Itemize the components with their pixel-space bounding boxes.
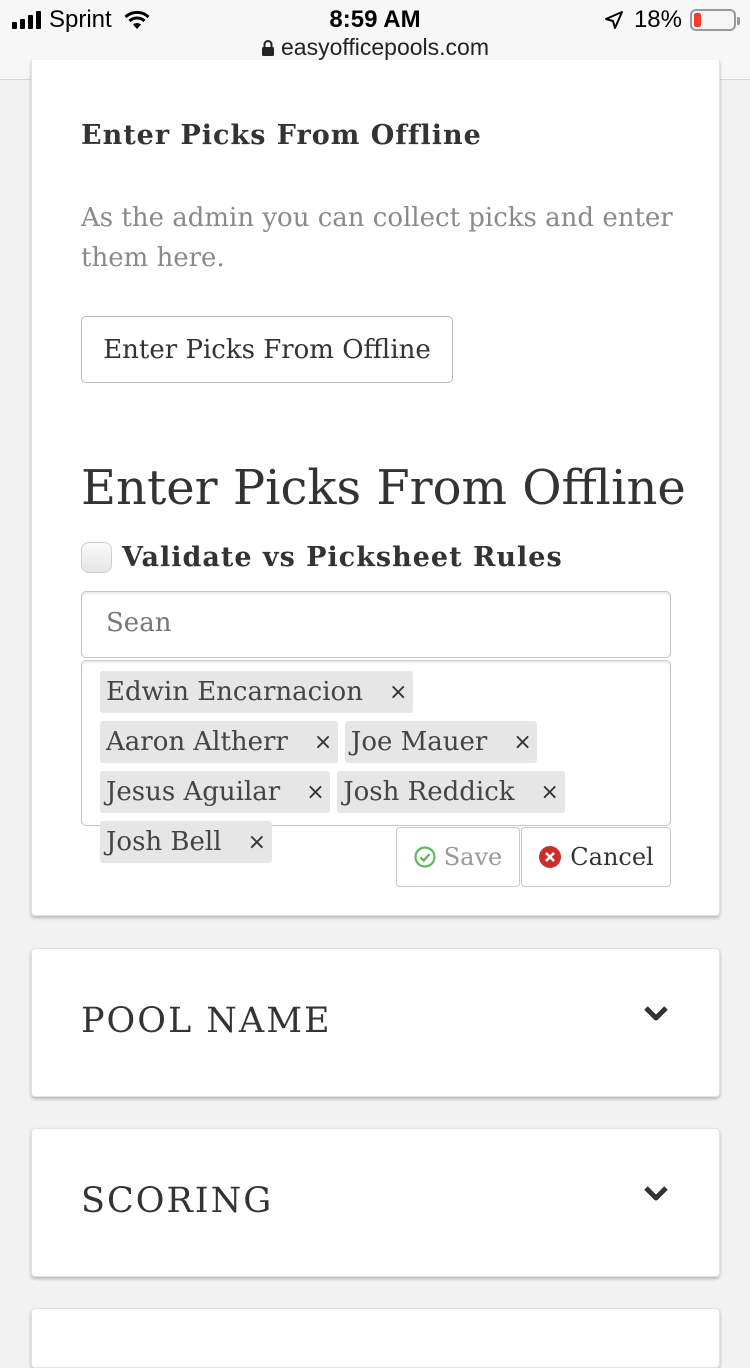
pick-tag-label: Josh Bell <box>106 827 222 857</box>
offline-picks-card: Enter Picks From Offline As the admin yo… <box>31 60 720 916</box>
pick-tag: Joe Mauer × <box>344 721 538 763</box>
pool-name-section[interactable]: POOL NAME <box>31 948 720 1097</box>
close-circle-icon <box>539 846 562 868</box>
battery-percent: 18% <box>633 6 682 33</box>
location-arrow-icon <box>604 11 623 29</box>
save-button[interactable]: Save <box>396 827 520 887</box>
validate-rules-row[interactable]: Validate vs Picksheet Rules <box>81 542 563 573</box>
status-right: 18% <box>604 6 740 34</box>
cancel-label: Cancel <box>570 843 654 871</box>
pick-tag: Josh Reddick × <box>337 771 565 813</box>
section-description: As the admin you can collect picks and e… <box>81 203 673 273</box>
remove-tag-icon[interactable]: × <box>389 680 407 705</box>
chevron-down-icon[interactable] <box>643 1185 669 1203</box>
validate-checkbox[interactable] <box>81 542 112 573</box>
remove-tag-icon[interactable]: × <box>513 730 531 755</box>
address-bar[interactable]: easyofficepools.com <box>0 34 750 61</box>
cancel-button[interactable]: Cancel <box>521 827 671 887</box>
check-circle-icon <box>414 846 436 868</box>
remove-tag-icon[interactable]: × <box>314 730 332 755</box>
lock-icon <box>262 40 275 56</box>
pick-tag-label: Josh Reddick <box>343 777 515 807</box>
picks-tag-input[interactable]: Edwin Encarnacion × Aaron Altherr × Joe … <box>81 660 671 863</box>
enter-picks-offline-button[interactable]: Enter Picks From Offline <box>81 316 453 383</box>
next-section-card[interactable] <box>31 1308 720 1368</box>
validate-label: Validate vs Picksheet Rules <box>122 542 563 573</box>
pick-tag: Edwin Encarnacion × <box>100 671 413 713</box>
form-title: Enter Picks From Offline <box>81 460 686 516</box>
pick-tag-label: Edwin Encarnacion <box>106 677 363 707</box>
pick-tag: Josh Bell × <box>100 821 272 863</box>
pick-tag: Jesus Aguilar × <box>100 771 331 813</box>
battery-level <box>694 13 701 27</box>
section-title: POOL NAME <box>81 1001 332 1041</box>
pick-tag: Aaron Altherr × <box>100 721 338 763</box>
battery-icon <box>690 9 740 31</box>
remove-tag-icon[interactable]: × <box>248 830 266 855</box>
scoring-section[interactable]: SCORING <box>31 1128 720 1277</box>
url-text: easyofficepools.com <box>281 34 489 60</box>
section-title: SCORING <box>81 1181 274 1221</box>
remove-tag-icon[interactable]: × <box>541 780 559 805</box>
chevron-down-icon[interactable] <box>643 1005 669 1023</box>
save-label: Save <box>443 843 503 871</box>
remove-tag-icon[interactable]: × <box>306 780 324 805</box>
pick-tag-label: Jesus Aguilar <box>106 777 281 807</box>
pick-tag-label: Joe Mauer <box>350 727 488 757</box>
player-name-input[interactable]: Sean <box>81 591 671 658</box>
pick-tag-label: Aaron Altherr <box>106 727 288 757</box>
section-subtitle: Enter Picks From Offline <box>81 120 482 151</box>
